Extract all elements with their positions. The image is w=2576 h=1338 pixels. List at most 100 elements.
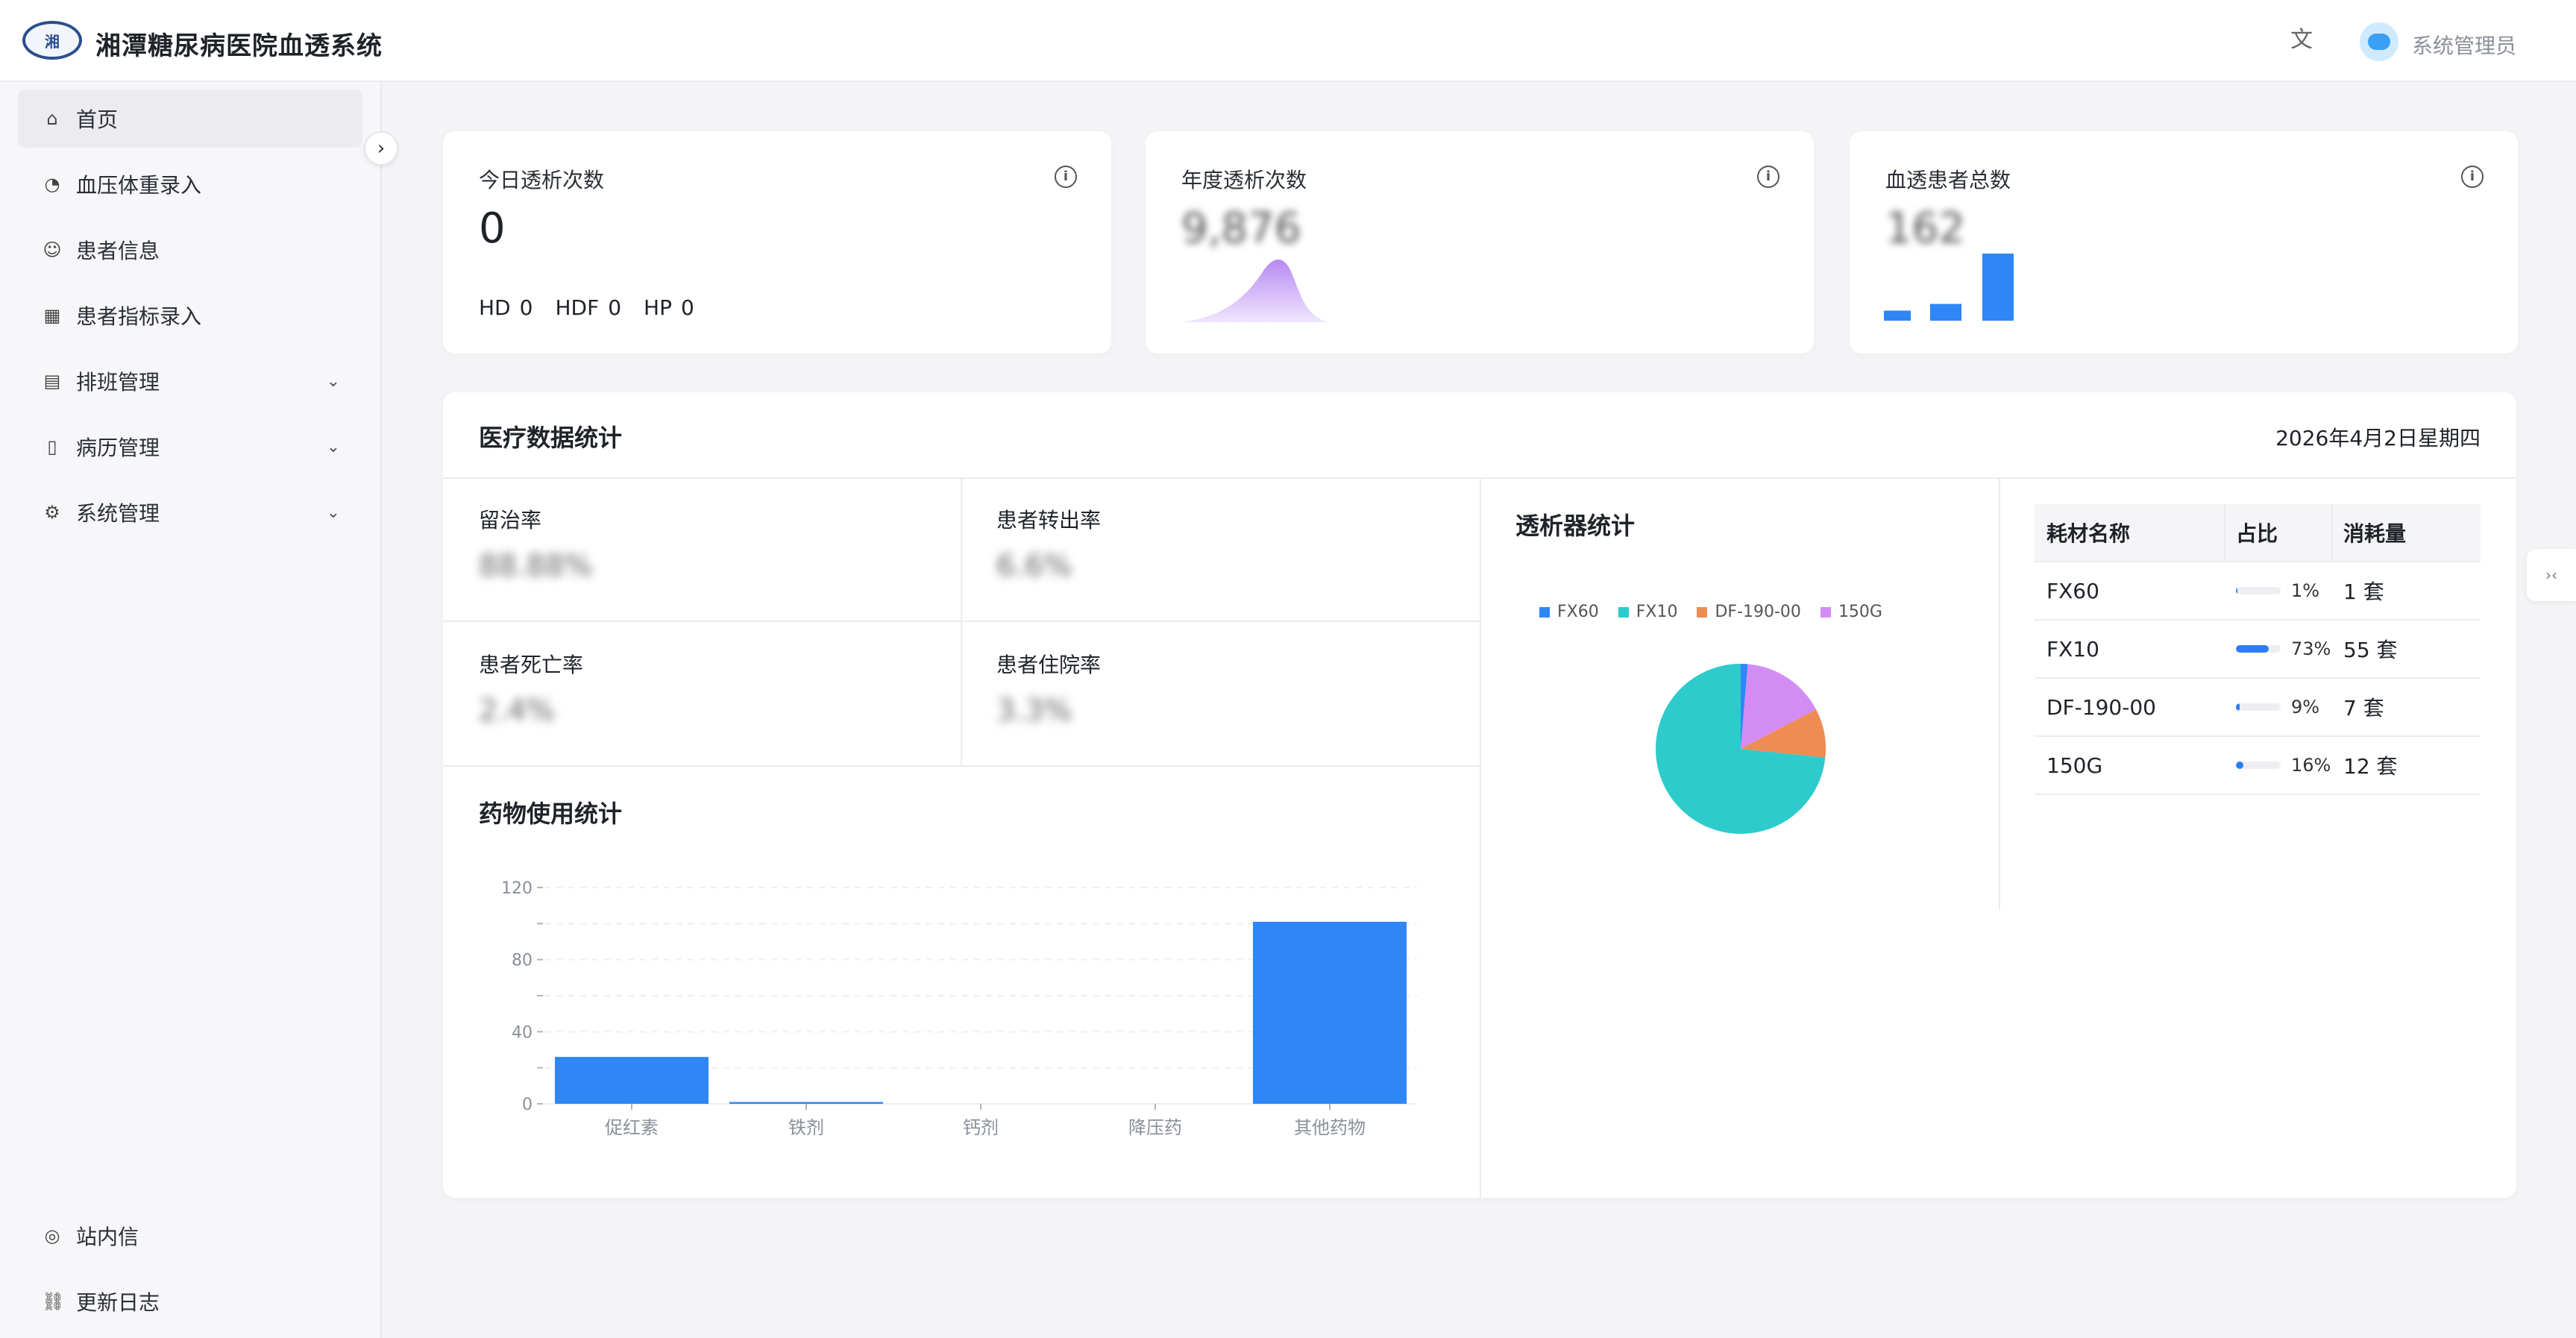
stat-value: 162 xyxy=(1885,204,1965,253)
user-name[interactable]: 系统管理员 xyxy=(2412,30,2516,60)
share-percent: 9% xyxy=(2291,697,2320,717)
hp-value: 0 xyxy=(680,295,694,320)
sidebar-item-changelog[interactable]: ⛓ 更新日志 xyxy=(18,1272,362,1331)
legend-item[interactable]: FX60 xyxy=(1539,603,1599,621)
legend-item[interactable]: 150G xyxy=(1820,603,1882,621)
sidebar-collapse-button[interactable]: › xyxy=(364,131,398,166)
sidebar-item-patient-indicators[interactable]: ▦ 患者指标录入 xyxy=(18,286,362,345)
sidebar-item-label: 排班管理 xyxy=(76,370,160,395)
consumable-quantity: 55 套 xyxy=(2343,638,2398,662)
legend-swatch xyxy=(1697,606,1708,618)
link-icon: ⛓ xyxy=(42,1291,65,1312)
share-bar xyxy=(2236,761,2281,769)
bar[interactable] xyxy=(729,1102,883,1104)
share-bar-fill xyxy=(2236,587,2238,594)
info-icon[interactable]: i xyxy=(2461,166,2484,188)
chevron-down-icon: ⌄ xyxy=(326,503,340,522)
info-icon[interactable]: i xyxy=(1757,166,1779,188)
stat-card-today: 今日透析次数 i 0 HD 0 HDF 0 HP 0 xyxy=(443,131,1111,354)
legend-swatch xyxy=(1820,606,1831,618)
stat-card-patients: 血透患者总数 i 162 xyxy=(1850,131,2518,354)
sidebar-item-home[interactable]: ⌂ 首页 xyxy=(18,89,362,148)
legend-item[interactable]: FX10 xyxy=(1618,603,1678,621)
translate-icon[interactable]: 文 xyxy=(2287,25,2316,55)
mini-bar xyxy=(1884,310,1911,321)
death-rate-value: 2.4% xyxy=(479,694,555,728)
bar[interactable] xyxy=(555,1057,709,1104)
dialyzer-pie-chart xyxy=(1656,664,1826,834)
legend-item[interactable]: DF-190-00 xyxy=(1697,603,1801,621)
consumable-share: 9% xyxy=(2236,697,2319,717)
patients-mini-bar-chart xyxy=(1884,254,2014,321)
drug-usage-title: 药物使用统计 xyxy=(479,800,623,828)
stat-title: 今日透析次数 xyxy=(479,168,605,192)
sidebar-item-messages[interactable]: ◎ 站内信 xyxy=(18,1207,362,1265)
sidebar-item-records[interactable]: ▯ 病历管理 ⌄ xyxy=(18,418,362,476)
info-icon[interactable]: i xyxy=(1055,166,1077,188)
avatar-face-icon xyxy=(2368,34,2390,50)
message-icon: ◎ xyxy=(44,1225,60,1246)
legend-swatch xyxy=(1618,606,1629,618)
year-trend-sparkline xyxy=(1180,260,1329,322)
sidebar-item-label: 血压体重录入 xyxy=(76,173,202,198)
consumable-name: DF-190-00 xyxy=(2046,694,2156,720)
sidebar-item-label: 病历管理 xyxy=(76,436,160,460)
share-bar xyxy=(2236,703,2281,711)
sidebar-item-bp-weight[interactable]: ◔ 血压体重录入 xyxy=(18,155,362,213)
user-icon: ☺ xyxy=(43,239,62,260)
avatar[interactable] xyxy=(2360,22,2398,61)
app-root: 湘 湘潭糖尿病医院血透系统 文 系统管理员 ⌂ 首页 ◔ 血压体重录入 ☺ 患者… xyxy=(0,0,2576,1338)
hp-label: HP xyxy=(644,295,672,320)
consumable-quantity: 1 套 xyxy=(2343,580,2384,604)
share-percent: 1% xyxy=(2291,580,2320,601)
transfer-rate-label: 患者转出率 xyxy=(996,508,1102,533)
hdf-value: 0 xyxy=(608,295,622,320)
stat-value: 9,876 xyxy=(1181,204,1301,253)
sidebar: ⌂ 首页 ◔ 血压体重录入 ☺ 患者信息 ▦ 患者指标录入 ▤ 排班管理 ⌄ ▯… xyxy=(0,82,382,1338)
panel-title: 医疗数据统计 xyxy=(479,424,623,452)
sidebar-item-scheduling[interactable]: ▤ 排班管理 ⌄ xyxy=(18,352,362,410)
file-icon: ▯ xyxy=(47,436,57,457)
chevron-down-icon: ⌄ xyxy=(326,437,340,456)
x-tick-label: 钙剂 xyxy=(963,1117,999,1138)
y-tick-label: 80 xyxy=(512,952,533,970)
consumables-table: 耗材名称 占比 消耗量 FX60 1% 1 套 FX10 73% 55 套 DF… xyxy=(2035,504,2481,795)
dialyzer-legend: FX60 FX10 DF-190-00 150G xyxy=(1539,603,1882,621)
legend-label: FX60 xyxy=(1557,603,1599,621)
sidebar-item-label: 更新日志 xyxy=(76,1290,160,1315)
legend-label: FX10 xyxy=(1636,603,1678,621)
drug-usage-bar-chart: 0 40 80 120 促红素 铁剂 钙剂 降压药 其他药物 xyxy=(501,879,1417,1138)
app-title: 湘潭糖尿病医院血透系统 xyxy=(95,31,383,61)
divider xyxy=(443,621,1480,622)
share-bar xyxy=(2236,645,2281,653)
share-bar-fill xyxy=(2236,761,2243,769)
x-tick-label: 铁剂 xyxy=(788,1117,824,1138)
calendar-icon: ▦ xyxy=(43,305,61,326)
side-drawer-toggle[interactable]: ›‹ xyxy=(2527,549,2576,601)
sidebar-item-label: 站内信 xyxy=(76,1225,139,1249)
divider xyxy=(443,765,1480,767)
consumable-name: FX10 xyxy=(2046,636,2099,662)
consumable-share: 1% xyxy=(2236,580,2319,601)
y-tick-label: 0 xyxy=(522,1096,533,1114)
column-header: 耗材名称 xyxy=(2046,521,2131,546)
table-row: FX10 73% 55 套 xyxy=(2035,621,2481,679)
sidebar-item-system[interactable]: ⚙ 系统管理 ⌄ xyxy=(18,483,362,541)
column-header: 占比 xyxy=(2236,521,2278,546)
sidebar-item-patient-info[interactable]: ☺ 患者信息 xyxy=(18,221,362,279)
y-tick-label: 40 xyxy=(512,1023,533,1042)
clipboard-icon: ▤ xyxy=(43,371,61,392)
consumable-quantity: 7 套 xyxy=(2343,696,2384,720)
top-header: 湘 湘潭糖尿病医院血透系统 文 系统管理员 xyxy=(0,0,2576,82)
current-date: 2026年4月2日星期四 xyxy=(2275,426,2481,450)
death-rate-label: 患者死亡率 xyxy=(479,653,584,677)
table-row: FX60 1% 1 套 xyxy=(2035,562,2481,621)
hospital-logo: 湘 xyxy=(22,21,82,60)
bar[interactable] xyxy=(1253,921,1407,1104)
retention-rate-label: 留治率 xyxy=(479,508,542,533)
legend-label: DF-190-00 xyxy=(1715,603,1801,621)
gear-icon: ⚙ xyxy=(44,502,60,523)
column-divider xyxy=(2224,504,2225,561)
column-divider xyxy=(2331,504,2333,561)
table-row: 150G 16% 12 套 xyxy=(2035,737,2481,795)
